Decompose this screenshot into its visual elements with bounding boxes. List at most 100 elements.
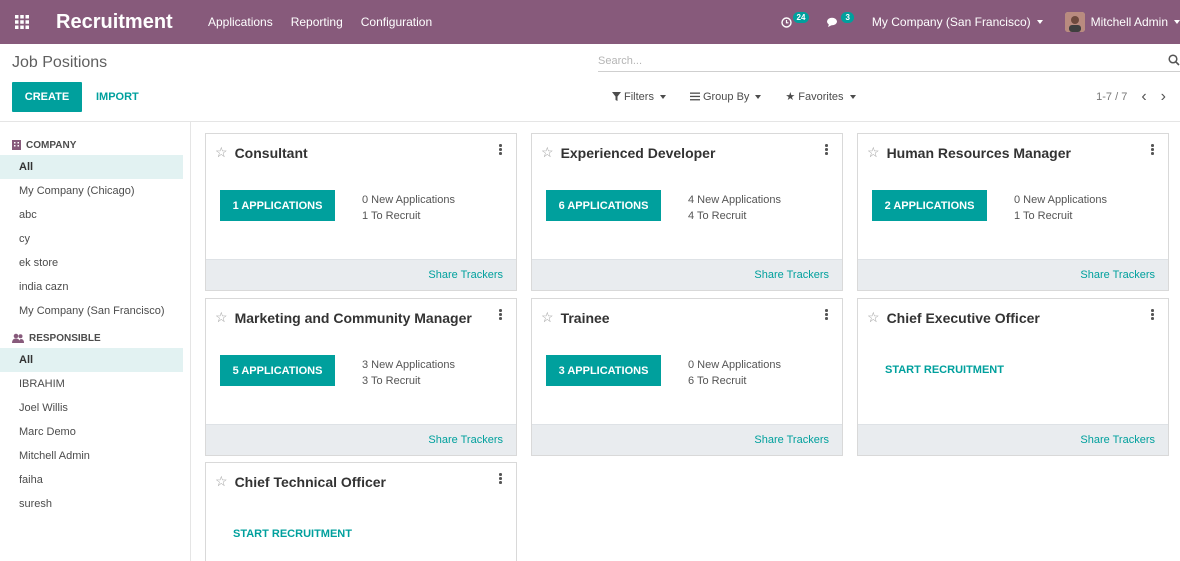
caret-down-icon xyxy=(1174,20,1180,24)
card-footer: Share Trackers xyxy=(858,259,1168,290)
new-applications-link[interactable]: 0 New Applications xyxy=(1014,192,1107,208)
control-panel: Job Positions CREATE IMPORT Filters Grou… xyxy=(0,44,1180,122)
job-card-marketing-manager[interactable]: ☆ Marketing and Community Manager 5 APPLI… xyxy=(205,298,517,456)
star-icon[interactable]: ☆ xyxy=(541,144,554,161)
job-title[interactable]: Human Resources Manager xyxy=(887,145,1071,161)
to-recruit-text: 4 To Recruit xyxy=(688,210,747,222)
responsible-filter-mitchell-admin[interactable]: Mitchell Admin xyxy=(0,444,183,468)
menu-reporting[interactable]: Reporting xyxy=(291,15,343,29)
company-filter-ek-store[interactable]: ek store xyxy=(0,251,183,275)
job-title[interactable]: Marketing and Community Manager xyxy=(235,310,472,326)
star-icon[interactable]: ☆ xyxy=(867,144,880,161)
create-button[interactable]: CREATE xyxy=(12,82,82,112)
job-title[interactable]: Chief Technical Officer xyxy=(235,474,386,490)
applications-button[interactable]: 6 APPLICATIONS xyxy=(546,190,661,221)
job-card-experienced-developer[interactable]: ☆ Experienced Developer 6 APPLICATIONS 4 … xyxy=(531,133,843,291)
job-title[interactable]: Consultant xyxy=(235,145,308,161)
responsible-filter-suresh[interactable]: suresh xyxy=(0,492,183,516)
star-icon[interactable]: ☆ xyxy=(215,473,228,490)
company-filter-abc[interactable]: abc xyxy=(0,203,183,227)
user-menu[interactable]: Mitchell Admin xyxy=(1064,12,1180,32)
more-options-icon[interactable] xyxy=(499,309,503,321)
chevron-right-icon[interactable]: › xyxy=(1161,88,1166,106)
job-card-trainee[interactable]: ☆ Trainee 3 APPLICATIONS 0 New Applicatio… xyxy=(531,298,843,456)
messaging-menu[interactable]: 3 xyxy=(827,11,854,28)
share-trackers-link[interactable]: Share Trackers xyxy=(1080,434,1155,446)
new-applications-link[interactable]: 4 New Applications xyxy=(688,192,781,208)
share-trackers-link[interactable]: Share Trackers xyxy=(428,269,503,281)
star-icon[interactable]: ☆ xyxy=(541,309,554,326)
to-recruit-text: 1 To Recruit xyxy=(1014,210,1073,222)
card-footer: Share Trackers xyxy=(858,424,1168,455)
responsible-filter-marc-demo[interactable]: Marc Demo xyxy=(0,420,183,444)
more-options-icon[interactable] xyxy=(825,309,829,321)
job-stats: 0 New Applications 6 To Recruit xyxy=(688,357,781,389)
star-icon[interactable]: ☆ xyxy=(215,144,228,161)
applications-button[interactable]: 2 APPLICATIONS xyxy=(872,190,987,221)
search-icon[interactable] xyxy=(1168,54,1180,66)
responsible-filter-faiha[interactable]: faiha xyxy=(0,468,183,492)
caret-down-icon xyxy=(659,94,666,99)
apps-menu-icon[interactable] xyxy=(0,0,44,44)
building-icon xyxy=(12,140,21,150)
company-filter-chicago[interactable]: My Company (Chicago) xyxy=(0,179,183,203)
applications-button[interactable]: 1 APPLICATIONS xyxy=(220,190,335,221)
more-options-icon[interactable] xyxy=(1151,144,1155,156)
more-options-icon[interactable] xyxy=(499,473,503,485)
favorites-dropdown[interactable]: ★ Favorites xyxy=(785,90,856,103)
job-card-consultant[interactable]: ☆ Consultant 1 APPLICATIONS 0 New Applica… xyxy=(205,133,517,291)
job-card-ceo[interactable]: ☆ Chief Executive Officer START RECRUITME… xyxy=(857,298,1169,456)
share-trackers-link[interactable]: Share Trackers xyxy=(754,269,829,281)
new-applications-link[interactable]: 0 New Applications xyxy=(362,192,455,208)
more-options-icon[interactable] xyxy=(499,144,503,156)
card-footer: Share Trackers xyxy=(206,259,516,290)
activity-menu[interactable]: 24 xyxy=(780,11,810,28)
start-recruitment-button[interactable]: START RECRUITMENT xyxy=(885,364,1004,376)
responsible-filter-all[interactable]: All xyxy=(0,348,183,372)
start-recruitment-button[interactable]: START RECRUITMENT xyxy=(233,528,352,540)
job-title[interactable]: Chief Executive Officer xyxy=(887,310,1040,326)
more-options-icon[interactable] xyxy=(1151,309,1155,321)
company-filter-all[interactable]: All xyxy=(0,155,183,179)
filters-dropdown[interactable]: Filters xyxy=(612,91,666,103)
star-icon: ★ xyxy=(785,91,796,103)
job-card-cto[interactable]: ☆ Chief Technical Officer START RECRUITME… xyxy=(205,462,517,561)
groupby-dropdown[interactable]: Group By xyxy=(689,91,762,103)
responsible-section-title: RESPONSIBLE xyxy=(0,331,190,345)
share-trackers-link[interactable]: Share Trackers xyxy=(1080,269,1155,281)
pager-value[interactable]: 1-7 / 7 xyxy=(1096,91,1127,103)
page-title: Job Positions xyxy=(12,54,108,71)
responsible-filter-ibrahim[interactable]: IBRAHIM xyxy=(0,372,183,396)
current-company: My Company (San Francisco) xyxy=(871,15,1031,29)
chevron-left-icon[interactable]: ‹ xyxy=(1141,88,1146,106)
job-card-hr-manager[interactable]: ☆ Human Resources Manager 2 APPLICATIONS … xyxy=(857,133,1169,291)
new-applications-link[interactable]: 0 New Applications xyxy=(688,357,781,373)
bars-icon xyxy=(689,92,700,101)
job-title[interactable]: Experienced Developer xyxy=(561,145,716,161)
job-title[interactable]: Trainee xyxy=(561,310,610,326)
star-icon[interactable]: ☆ xyxy=(215,309,228,326)
more-options-icon[interactable] xyxy=(825,144,829,156)
favorites-label: Favorites xyxy=(798,90,844,103)
avatar xyxy=(1064,12,1085,32)
applications-button[interactable]: 5 APPLICATIONS xyxy=(220,355,335,386)
menu-configuration[interactable]: Configuration xyxy=(361,15,432,29)
share-trackers-link[interactable]: Share Trackers xyxy=(428,434,503,446)
search-input[interactable] xyxy=(598,52,1158,70)
menu-applications[interactable]: Applications xyxy=(208,15,273,29)
company-switcher[interactable]: My Company (San Francisco) xyxy=(872,15,1043,29)
app-title[interactable]: Recruitment xyxy=(56,11,206,34)
applications-button[interactable]: 3 APPLICATIONS xyxy=(546,355,661,386)
company-filter-san-francisco[interactable]: My Company (San Francisco) xyxy=(0,299,183,323)
user-name: Mitchell Admin xyxy=(1090,15,1168,29)
company-filter-india-cazn[interactable]: india cazn xyxy=(0,275,183,299)
card-footer: Share Trackers xyxy=(532,424,842,455)
new-applications-link[interactable]: 3 New Applications xyxy=(362,357,455,373)
comments-icon xyxy=(827,17,838,27)
share-trackers-link[interactable]: Share Trackers xyxy=(754,434,829,446)
company-filter-cy[interactable]: cy xyxy=(0,227,183,251)
import-button[interactable]: IMPORT xyxy=(96,82,139,112)
responsible-filter-joel-willis[interactable]: Joel Willis xyxy=(0,396,183,420)
caret-down-icon xyxy=(849,94,856,99)
star-icon[interactable]: ☆ xyxy=(867,309,880,326)
